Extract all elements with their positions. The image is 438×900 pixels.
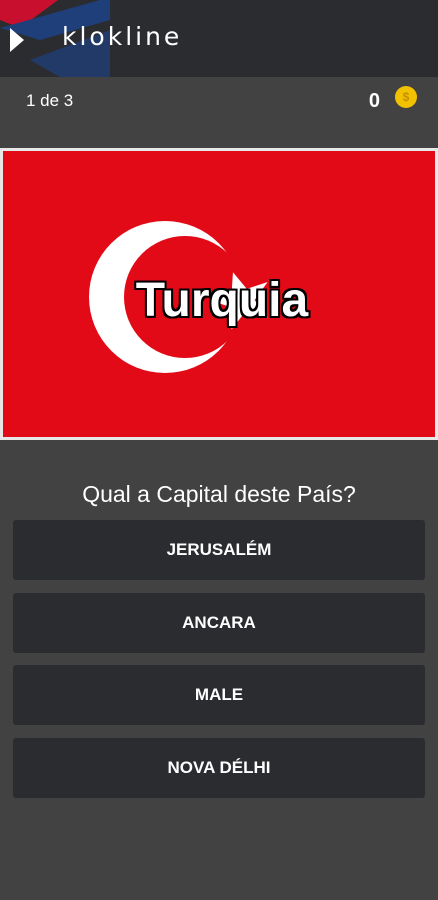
coin-count: 0	[368, 90, 380, 112]
brand-name: klokline	[62, 22, 183, 51]
country-name: Turquia	[135, 274, 309, 327]
answer-button-1[interactable]: JERUSALÉM	[13, 520, 425, 580]
turkey-flag-image: Turquia	[3, 151, 435, 437]
coin-icon: $	[395, 86, 417, 108]
answer-button-3[interactable]: MALE	[13, 665, 425, 725]
question-progress: 1 de 3	[26, 91, 74, 110]
answer-button-2[interactable]: ANCARA	[13, 593, 425, 653]
flag-card: Turquia	[0, 148, 438, 440]
answer-button-4[interactable]: NOVA DÉLHI	[13, 738, 425, 798]
app-header: klokline	[0, 0, 438, 77]
status-bar: 1 de 3 0	[0, 77, 438, 123]
question-text: Qual a Capital deste País?	[82, 481, 356, 507]
